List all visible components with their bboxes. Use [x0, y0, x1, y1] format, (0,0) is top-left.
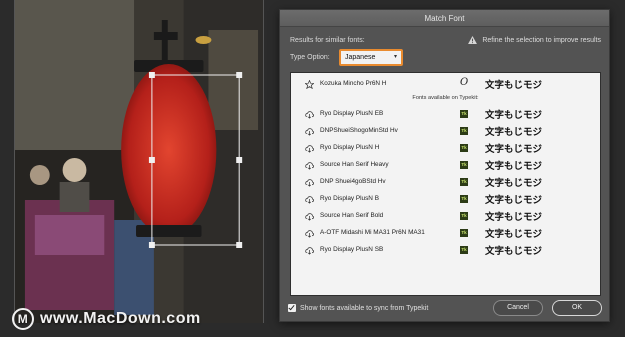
font-sample: 文字もじモジ — [485, 195, 543, 206]
opentype-glyph: O — [460, 77, 469, 88]
cloud-sync-icon[interactable] — [305, 110, 314, 119]
cloud-sync-icon[interactable] — [305, 127, 314, 136]
font-sample: 文字もじモジ — [485, 246, 543, 257]
cloud-sync-icon[interactable] — [305, 229, 314, 238]
type-option-value: Japanese — [345, 54, 376, 61]
font-name: Ryo Display PlusN H — [320, 144, 380, 151]
refine-text: Refine the selection to improve results — [482, 36, 601, 44]
cloud-sync-icon[interactable] — [305, 246, 314, 255]
refine-hint: Refine the selection to improve results — [468, 36, 601, 44]
image-canvas[interactable] — [14, 0, 264, 323]
font-row[interactable]: Source Han Serif Heavy Tk 文字もじモジ — [291, 157, 600, 173]
font-name: A-OTF Midashi Mi MA31 Pr6N MA31 — [320, 229, 425, 236]
font-name: Ryo Display PlusN B — [320, 195, 379, 202]
cloud-sync-icon[interactable] — [305, 161, 314, 170]
cancel-button[interactable]: Cancel — [493, 300, 543, 316]
sync-typekit-option[interactable]: Show fonts available to sync from Typeki… — [288, 304, 428, 312]
star-icon[interactable] — [305, 80, 314, 89]
type-option-label: Type Option: — [290, 54, 330, 61]
sync-checkbox[interactable] — [288, 304, 296, 312]
typekit-icon: Tk — [460, 212, 468, 220]
typekit-header: Fonts available on Typekit: — [412, 95, 479, 101]
font-name: Ryo Display PlusN SB — [320, 246, 384, 253]
font-row[interactable]: DNP Shuei4goBStd Hv Tk 文字もじモジ — [291, 174, 600, 190]
sync-label: Show fonts available to sync from Typeki… — [300, 304, 429, 312]
font-sample: 文字もじモジ — [485, 178, 543, 189]
typekit-icon: Tk — [460, 178, 468, 186]
cloud-sync-icon[interactable] — [305, 212, 314, 221]
watermark: M www.MacDown.com — [12, 308, 201, 330]
font-sample: 文字もじモジ — [485, 144, 543, 155]
type-option-select[interactable]: Japanese ▾ — [339, 49, 403, 66]
cloud-sync-icon[interactable] — [305, 195, 314, 204]
lantern-photo — [15, 0, 263, 323]
font-sample: 文字もじモジ — [485, 212, 543, 223]
typekit-icon: Tk — [460, 161, 468, 169]
font-name: Kozuka Mincho Pr6N H — [320, 80, 387, 87]
font-name: Ryo Display PlusN EB — [320, 110, 384, 117]
font-results-list[interactable]: Kozuka Mincho Pr6N H O 文字もじモジ Fonts avai… — [290, 72, 601, 296]
typekit-icon: Tk — [460, 144, 468, 152]
font-row[interactable]: Ryo Display PlusN EB Tk 文字もじモジ — [291, 106, 600, 122]
font-sample: 文字もじモジ — [485, 80, 543, 91]
font-row[interactable]: Source Han Serif Bold Tk 文字もじモジ — [291, 208, 600, 224]
watermark-text: www.MacDown.com — [40, 310, 201, 327]
warning-icon — [468, 36, 478, 44]
typekit-icon: Tk — [460, 229, 468, 237]
font-row[interactable]: Ryo Display PlusN SB Tk 文字もじモジ — [291, 242, 600, 258]
font-sample: 文字もじモジ — [485, 229, 543, 240]
ok-button[interactable]: OK — [552, 300, 602, 316]
results-label: Results for similar fonts: — [290, 37, 365, 44]
font-row[interactable]: A-OTF Midashi Mi MA31 Pr6N MA31 Tk 文字もじモ… — [291, 225, 600, 241]
font-sample: 文字もじモジ — [485, 110, 543, 121]
cloud-sync-icon[interactable] — [305, 144, 314, 153]
typekit-icon: Tk — [460, 246, 468, 254]
font-name: DNPShueiShogoMinStd Hv — [320, 127, 398, 134]
match-font-dialog: Match Font Results for similar fonts: Re… — [279, 9, 610, 322]
font-row[interactable]: DNPShueiShogoMinStd Hv Tk 文字もじモジ — [291, 123, 600, 139]
font-name: Source Han Serif Bold — [320, 212, 384, 219]
chevron-down-icon: ▾ — [393, 54, 397, 60]
font-row[interactable]: Ryo Display PlusN H Tk 文字もじモジ — [291, 140, 600, 156]
font-row-local[interactable]: Kozuka Mincho Pr6N H O 文字もじモジ — [291, 76, 600, 92]
cloud-sync-icon[interactable] — [305, 178, 314, 187]
dialog-title: Match Font — [280, 10, 609, 27]
typekit-icon: Tk — [460, 110, 468, 118]
typekit-icon: Tk — [460, 195, 468, 203]
font-row[interactable]: Ryo Display PlusN B Tk 文字もじモジ — [291, 191, 600, 207]
font-name: DNP Shuei4goBStd Hv — [320, 178, 386, 185]
font-sample: 文字もじモジ — [485, 127, 543, 138]
font-name: Source Han Serif Heavy — [320, 161, 389, 168]
font-sample: 文字もじモジ — [485, 161, 543, 172]
macdown-logo-icon: M — [12, 308, 34, 330]
typekit-icon: Tk — [460, 127, 468, 135]
